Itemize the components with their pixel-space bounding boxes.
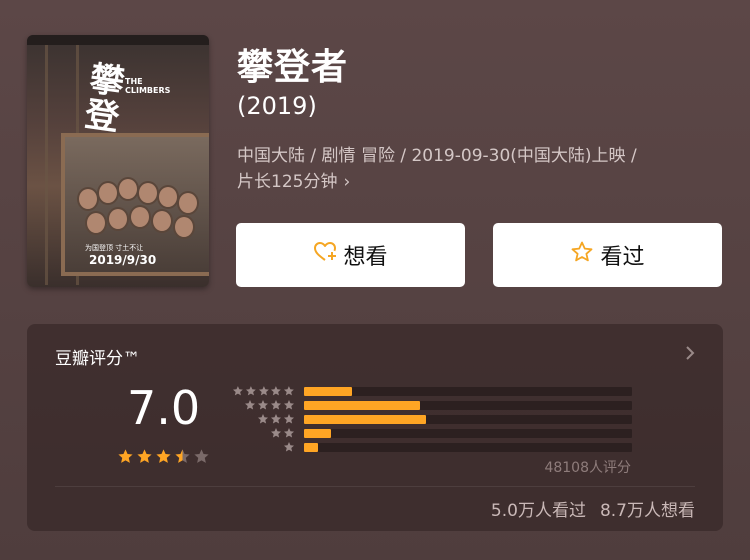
poster-tagline: 为国登顶 寸土不让 [85, 244, 144, 252]
star-icon [284, 428, 294, 438]
seen-label: 看过 [600, 245, 645, 270]
score-stars [117, 448, 210, 465]
distribution-bar-5 [304, 387, 352, 396]
distribution-row-1 [232, 440, 632, 454]
star-icon [258, 414, 268, 424]
watch-stats: 5.0万人看过 8.7万人想看 [491, 496, 695, 521]
divider [55, 486, 695, 487]
meta-line-2: 片长125分钟 [237, 172, 338, 192]
meta-line-1: 中国大陆 / 剧情 冒险 / 2019-09-30(中国大陆)上映 / [237, 146, 637, 166]
star-icon [271, 428, 281, 438]
star-icon [258, 386, 269, 396]
want-to-watch-button[interactable]: 想看 [236, 223, 465, 287]
star-icon [245, 386, 256, 396]
star-icon [175, 449, 190, 463]
distribution-row-5 [232, 384, 632, 398]
watched-count: 5.0万人看过 [490, 501, 586, 521]
distribution-track [304, 387, 632, 396]
star-icon [271, 414, 281, 424]
distribution-track [304, 415, 632, 424]
star-outline-icon [570, 240, 594, 270]
star-icon [271, 386, 282, 396]
distribution-track [304, 443, 632, 452]
distribution-bar-2 [304, 429, 331, 438]
distribution-track [304, 401, 632, 410]
chevron-right-icon: › [343, 172, 351, 192]
distribution-track [304, 429, 632, 438]
distribution-stars [232, 427, 295, 439]
movie-title: 攀登者 [237, 47, 349, 88]
star-icon [118, 449, 133, 463]
heart-plus-icon [313, 240, 337, 270]
distribution-row-2 [232, 426, 632, 440]
star-icon [156, 449, 171, 463]
rating-count: 48108人评分 [544, 460, 631, 476]
distribution-bar-4 [304, 401, 421, 410]
star-icon [194, 449, 209, 463]
star-icon [245, 400, 255, 410]
watched-button[interactable]: 看过 [493, 223, 722, 287]
star-icon [137, 449, 152, 463]
movie-meta[interactable]: 中国大陆 / 剧情 冒险 / 2019-09-30(中国大陆)上映 / 片长12… [237, 143, 737, 195]
poster-date: 2019/9/30 [89, 253, 157, 267]
movie-year: (2019) [237, 92, 317, 120]
rating-label: 豆瓣评分™ [55, 349, 140, 369]
distribution-row-4 [232, 398, 632, 412]
chevron-right-icon[interactable] [683, 344, 697, 362]
rating-card[interactable]: 豆瓣评分™ 7.0 48108人评分 5.0万人看过 8.7万人想看 [27, 324, 723, 531]
star-icon [258, 400, 268, 410]
distribution-stars [232, 413, 295, 425]
distribution-bar-3 [304, 415, 427, 424]
distribution-row-3 [232, 412, 632, 426]
star-icon [271, 400, 281, 410]
rating-score: 7.0 [127, 381, 201, 435]
poster-top-band [27, 35, 209, 45]
star-icon [284, 386, 295, 396]
poster-title-en: THE CLIMBERS [125, 77, 171, 95]
distribution-stars [232, 385, 295, 397]
distribution-stars [232, 399, 295, 411]
star-icon [284, 400, 294, 410]
star-icon [284, 442, 294, 452]
movie-poster[interactable]: 攀登者 THE CLIMBERS 为国登顶 寸土不让 2019/9/30 [27, 35, 209, 287]
star-icon [284, 414, 294, 424]
star-icon [232, 386, 243, 396]
want-label: 想看 [343, 245, 388, 270]
distribution-bar-1 [304, 443, 319, 452]
wanted-count: 8.7万人想看 [599, 501, 695, 521]
distribution-stars [232, 441, 295, 453]
